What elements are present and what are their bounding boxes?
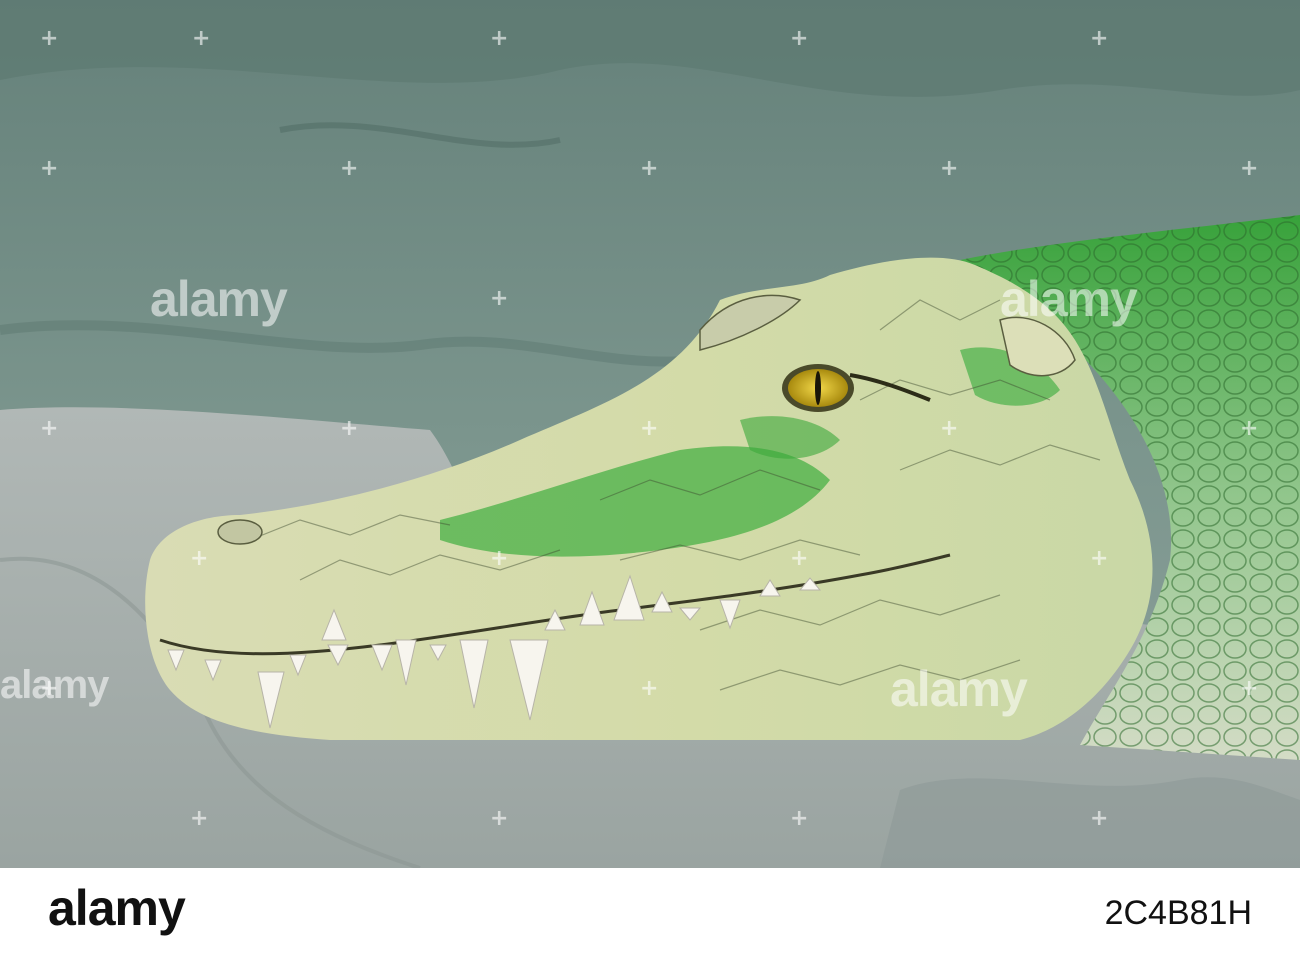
watermark: alamy <box>1000 271 1138 327</box>
plus-icon: + <box>40 26 59 51</box>
plus-icon: + <box>1240 676 1259 701</box>
plus-icon: + <box>640 676 659 701</box>
plus-icon: + <box>790 26 809 51</box>
plus-icon: + <box>1090 26 1109 51</box>
plus-icon: + <box>490 546 509 571</box>
plus-icon: + <box>190 806 209 831</box>
watermark: alamy <box>890 661 1028 717</box>
plus-icon: + <box>40 156 59 181</box>
plus-icon: + <box>1090 806 1109 831</box>
plus-icon: + <box>192 26 211 51</box>
plus-icon: + <box>790 806 809 831</box>
plus-icon: + <box>40 416 59 441</box>
plus-icon: + <box>940 416 959 441</box>
plus-icon: + <box>190 546 209 571</box>
plus-icon: + <box>640 156 659 181</box>
plus-icon: + <box>640 416 659 441</box>
plus-icon: + <box>490 806 509 831</box>
crocodile-photo: alamy alamy alamy alamy + + + + + + + + … <box>0 0 1300 868</box>
footer-bar: alamy 2C4B81H <box>0 868 1300 956</box>
image-id: 2C4B81H <box>1104 894 1252 932</box>
plus-icon: + <box>940 156 959 181</box>
footer-logo: alamy <box>48 880 186 936</box>
plus-icon: + <box>490 26 509 51</box>
watermark: alamy <box>150 271 288 327</box>
plus-icon: + <box>1240 416 1259 441</box>
plus-icon: + <box>490 286 509 311</box>
plus-icon: + <box>340 416 359 441</box>
plus-icon: + <box>790 546 809 571</box>
plus-icon: + <box>1090 546 1109 571</box>
plus-icon: + <box>1240 156 1259 181</box>
plus-icon: + <box>340 156 359 181</box>
plus-icon: + <box>40 676 59 701</box>
